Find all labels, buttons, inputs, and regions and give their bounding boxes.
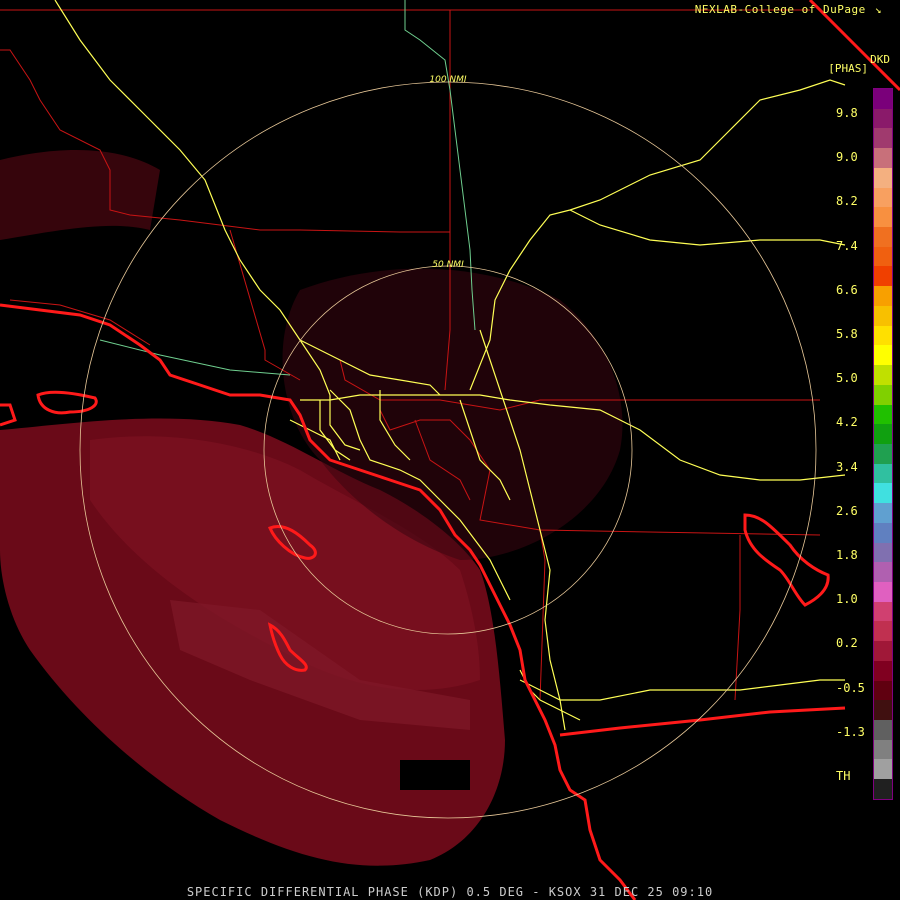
legend-tick-label: 1.0 <box>836 592 858 607</box>
legend-swatch <box>874 641 892 661</box>
legend-swatch <box>874 680 892 701</box>
legend-swatch <box>874 720 892 740</box>
legend-swatch <box>874 463 892 484</box>
legend-swatch <box>874 365 892 385</box>
legend-tick-label: 5.8 <box>836 327 858 341</box>
legend-swatch <box>874 187 892 208</box>
legend-tick-label: 9.8 <box>836 106 858 120</box>
unit-label: [PHAS] <box>828 62 868 75</box>
credit-text: NEXLAB-College of DuPage ↘ <box>695 3 882 16</box>
radar-map: 50 NMI 100 NMI <box>0 0 900 900</box>
credit-label: NEXLAB-College of DuPage <box>694 3 866 16</box>
legend-tick-label: -1.3 <box>836 724 865 739</box>
legend-swatch <box>874 759 892 780</box>
legend-swatch <box>874 246 892 267</box>
legend-swatch <box>874 266 892 287</box>
legend-tick-label: TH <box>836 769 851 783</box>
legend-swatch <box>874 542 892 563</box>
legend-swatch <box>874 581 892 602</box>
legend-swatch <box>874 562 892 582</box>
legend-swatch <box>874 345 892 366</box>
legend-swatch <box>874 384 892 405</box>
legend-swatch <box>874 601 892 622</box>
legend-swatch <box>874 148 892 168</box>
range-ring-label-100: 100 NMI <box>429 75 467 85</box>
product-title: SPECIFIC DIFFERENTIAL PHASE (KDP) 0.5 DE… <box>186 885 714 899</box>
legend-swatch <box>874 700 892 720</box>
legend-tick-label: -0.5 <box>836 680 865 695</box>
legend-swatch <box>874 89 892 109</box>
legend-swatch <box>874 325 892 346</box>
legend-swatch <box>874 286 892 306</box>
echo-region <box>0 150 623 866</box>
legend-swatch <box>874 305 892 326</box>
legend-tick-label: 7.4 <box>836 238 858 253</box>
product-code: DKD <box>870 53 890 66</box>
legend-swatch <box>874 443 892 464</box>
legend-swatch <box>874 779 892 799</box>
legend-tick-label: 1.8 <box>836 548 858 562</box>
legend-tick-label: 0.2 <box>836 636 858 651</box>
legend-swatch <box>874 621 892 642</box>
legend-tick-label: 3.4 <box>836 459 858 474</box>
legend-swatch <box>874 660 892 681</box>
legend-tick-label: 4.2 <box>836 415 858 430</box>
legend-tick-label: 9.0 <box>836 150 858 165</box>
legend-swatch <box>874 522 892 543</box>
legend-tick-label: 6.6 <box>836 282 858 297</box>
legend-swatch <box>874 128 892 149</box>
color-scale-legend <box>873 88 893 800</box>
legend-swatch <box>874 503 892 523</box>
legend-swatch <box>874 167 892 188</box>
legend-swatch <box>874 227 892 247</box>
legend-tick-label: 8.2 <box>836 194 858 209</box>
legend-swatch <box>874 483 892 504</box>
arrow-logo-icon: ↘ <box>874 3 882 16</box>
legend-swatch <box>874 207 892 228</box>
range-ring-label-50: 50 NMI <box>432 260 464 270</box>
legend-swatch <box>874 424 892 444</box>
legend-tick-label: 5.0 <box>836 371 858 386</box>
legend-swatch <box>874 739 892 760</box>
legend-swatch <box>874 108 892 129</box>
legend-swatch <box>874 404 892 425</box>
legend-tick-label: 2.6 <box>836 503 858 518</box>
